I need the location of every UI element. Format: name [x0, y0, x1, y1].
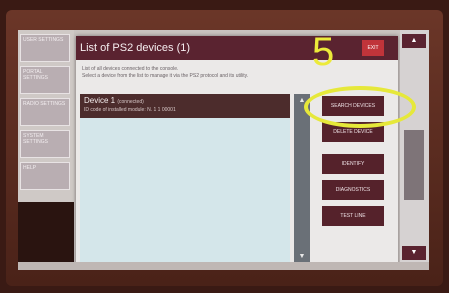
device-list-dialog: List of PS2 devices (1) EXIT List of all… [76, 36, 398, 268]
sidebar-item-help[interactable]: HELP [20, 162, 70, 190]
sidebar-item-system-settings[interactable]: SYSTEM SETTINGS [20, 130, 70, 158]
list-scrollbar[interactable]: ▲ ▼ [294, 94, 310, 264]
sidebar-item-portal-settings[interactable]: PORTAL SETTINGS [20, 66, 70, 94]
sidebar-footer [18, 202, 74, 262]
annotation-number: 5 [312, 30, 335, 74]
exit-button[interactable]: EXIT [362, 40, 384, 56]
page-down-icon[interactable]: ▼ [402, 246, 426, 260]
page-scrollbar[interactable] [404, 130, 424, 200]
sidebar-item-label: RADIO SETTINGS [23, 101, 66, 107]
device-details: ID code of installed module: N. 1 1 0000… [84, 107, 176, 113]
dialog-header: List of PS2 devices (1) EXIT [76, 36, 398, 60]
sidebar-item-label: SYSTEM SETTINGS [23, 133, 49, 145]
touch-screen: USER SETTINGS PORTAL SETTINGS RADIO SETT… [18, 30, 429, 270]
annotation-highlight-circle [304, 86, 416, 128]
sidebar: USER SETTINGS PORTAL SETTINGS RADIO SETT… [18, 30, 74, 270]
identify-button[interactable]: IDENTIFY [322, 154, 384, 174]
status-bar [18, 262, 429, 270]
test-line-button[interactable]: TEST LINE [322, 206, 384, 226]
sidebar-item-user-settings[interactable]: USER SETTINGS [20, 34, 70, 62]
device-name-line: Device 1 (connected) [84, 96, 286, 107]
device-name: Device 1 [84, 96, 116, 105]
right-panel: ▲ ▼ [400, 30, 429, 270]
device-list: Device 1 (connected) ID code of installe… [80, 94, 290, 264]
page-up-icon[interactable]: ▲ [402, 34, 426, 48]
scroll-down-icon[interactable]: ▼ [294, 252, 310, 262]
info-line-2: Select a device from the list to manage … [82, 73, 249, 79]
sidebar-item-label: USER SETTINGS [23, 37, 64, 43]
diagnostics-button[interactable]: DIAGNOSTICS [322, 180, 384, 200]
dialog-title: List of PS2 devices (1) [80, 42, 191, 54]
sidebar-item-label: HELP [23, 165, 37, 171]
sidebar-item-label: PORTAL SETTINGS [23, 69, 49, 81]
info-line-1: List of all devices connected to the con… [82, 66, 179, 72]
sidebar-item-radio-settings[interactable]: RADIO SETTINGS [20, 98, 70, 126]
device-status: (connected) [117, 99, 144, 105]
list-item[interactable]: Device 1 (connected) ID code of installe… [80, 94, 290, 118]
dialog-info: List of all devices connected to the con… [82, 66, 382, 88]
